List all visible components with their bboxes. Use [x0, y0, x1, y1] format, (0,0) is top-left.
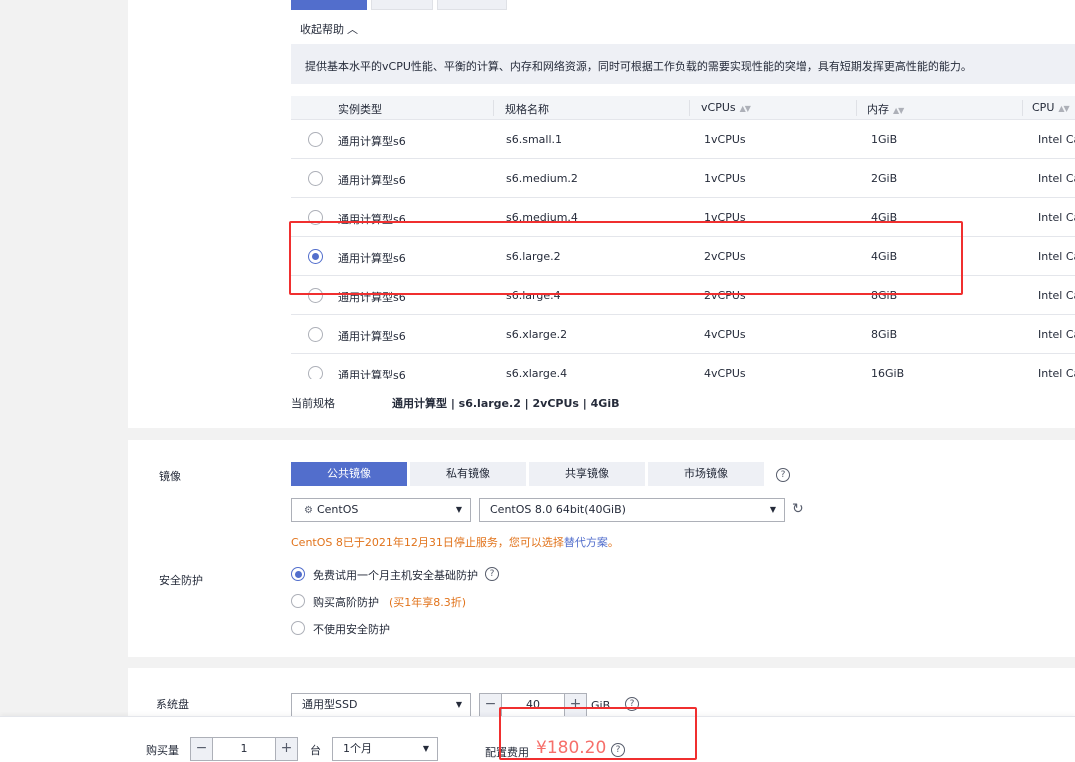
- column-divider: [1022, 100, 1023, 116]
- highlight-box-selected-row: [289, 221, 963, 295]
- gear-icon: ⚙: [304, 505, 313, 516]
- help-icon[interactable]: ?: [776, 468, 790, 482]
- option-label: 不使用安全防护: [313, 623, 390, 636]
- disk-type-select[interactable]: 通用型SSD ▼: [291, 693, 471, 717]
- discount-note: (买1年享8.3折): [389, 596, 467, 609]
- minus-button[interactable]: −: [191, 738, 213, 760]
- quantity-label: 购买量: [146, 744, 179, 757]
- column-divider: [493, 100, 494, 116]
- current-spec-label: 当前规格: [291, 397, 335, 410]
- image-label: 镜像: [159, 470, 181, 483]
- cell-cpu: Intel Ca: [1038, 250, 1075, 263]
- cell-type: 通用计算型s6: [338, 174, 406, 187]
- row-radio[interactable]: [308, 132, 323, 147]
- duration-select[interactable]: 1个月 ▼: [332, 737, 438, 761]
- sort-icon[interactable]: ▲▼: [893, 106, 904, 115]
- eol-warning-text: CentOS 8已于2021年12月31日停止服务，您可以选择: [291, 536, 564, 549]
- column-divider: [689, 100, 690, 116]
- disk-type-value: 通用型SSD: [302, 698, 358, 711]
- tab-shared-image[interactable]: 共享镜像: [529, 462, 645, 486]
- eol-warning: CentOS 8已于2021年12月31日停止服务，您可以选择替代方案。: [291, 534, 619, 550]
- radio[interactable]: [291, 621, 305, 635]
- security-option-advanced[interactable]: 购买高阶防护 (买1年享8.3折): [291, 594, 466, 610]
- help-box: 提供基本水平的vCPU性能、平衡的计算、内存和网络资源，同时可根据工作负载的需要…: [291, 44, 1075, 84]
- row-radio[interactable]: [308, 171, 323, 186]
- tab-market-image[interactable]: 市场镜像: [648, 462, 764, 486]
- os-select[interactable]: ⚙ CentOS ▼: [291, 498, 471, 522]
- quantity-stepper[interactable]: − 1 +: [190, 737, 298, 761]
- cell-type: 通用计算型s6: [338, 135, 406, 148]
- cell-cpu: Intel Ca: [1038, 133, 1075, 146]
- column-divider: [856, 100, 857, 116]
- cell-cpu: Intel Ca: [1038, 172, 1075, 185]
- highlight-box-fee: [499, 707, 697, 760]
- spec-tab[interactable]: [371, 0, 433, 10]
- cell-cpu: Intel Ca: [1038, 289, 1075, 302]
- col-header-memory[interactable]: 内存 ▲▼: [867, 101, 904, 117]
- radio[interactable]: [291, 594, 305, 608]
- tab-private-image[interactable]: 私有镜像: [410, 462, 526, 486]
- col-header-cpu[interactable]: CPU ▲▼: [1032, 101, 1070, 114]
- sort-icon[interactable]: ▲▼: [740, 104, 751, 113]
- cell-memory: 2GiB: [871, 172, 898, 185]
- system-disk-label: 系统盘: [156, 698, 189, 711]
- table-row[interactable]: 通用计算型s6 s6.xlarge.4 4vCPUs 16GiB Intel C…: [291, 354, 1075, 379]
- cell-cpu: Intel Ca: [1038, 211, 1075, 224]
- tab-public-image[interactable]: 公共镜像: [291, 462, 407, 486]
- security-label: 安全防护: [159, 574, 203, 587]
- cell-cpu: Intel Ca: [1038, 328, 1075, 341]
- chevron-up-icon: ︿: [347, 23, 358, 36]
- cell-type: 通用计算型s6: [338, 330, 406, 343]
- cell-type: 通用计算型s6: [338, 369, 406, 379]
- option-label: 购买高阶防护: [313, 596, 379, 609]
- current-spec-value: 通用计算型 | s6.large.2 | 2vCPUs | 4GiB: [392, 397, 620, 410]
- radio-selected[interactable]: [291, 567, 305, 581]
- os-select-value: CentOS: [316, 503, 359, 516]
- cell-name: s6.medium.2: [506, 172, 578, 185]
- cell-name: s6.xlarge.2: [506, 328, 568, 341]
- table-row[interactable]: 通用计算型s6 s6.medium.2 1vCPUs 2GiB Intel Ca: [291, 159, 1075, 198]
- cell-memory: 16GiB: [871, 367, 905, 379]
- help-text: 提供基本水平的vCPU性能、平衡的计算、内存和网络资源，同时可根据工作负载的需要…: [305, 60, 972, 73]
- eol-warning-end: 。: [607, 536, 619, 549]
- cell-memory: 1GiB: [871, 133, 898, 146]
- caret-down-icon: ▼: [769, 505, 776, 514]
- cell-name: s6.small.1: [506, 133, 563, 146]
- alternative-link[interactable]: 替代方案: [564, 536, 608, 549]
- cell-cpu: Intel Ca: [1038, 367, 1075, 379]
- caret-down-icon: ▼: [455, 505, 462, 514]
- cell-vcpus: 4vCPUs: [704, 367, 746, 379]
- spec-tab-active[interactable]: [291, 0, 367, 10]
- security-option-none[interactable]: 不使用安全防护: [291, 621, 390, 637]
- duration-value: 1个月: [343, 742, 372, 755]
- image-version-value: CentOS 8.0 64bit(40GiB): [490, 503, 626, 516]
- caret-down-icon: ▼: [455, 700, 462, 709]
- spec-tab[interactable]: [437, 0, 507, 10]
- col-header-type: 实例类型: [338, 103, 382, 116]
- plus-button[interactable]: +: [275, 738, 297, 760]
- table-row[interactable]: 通用计算型s6 s6.xlarge.2 4vCPUs 8GiB Intel Ca: [291, 315, 1075, 354]
- help-icon[interactable]: ?: [485, 567, 499, 581]
- cell-vcpus: 1vCPUs: [704, 172, 746, 185]
- collapse-help-toggle[interactable]: 收起帮助 ︿: [300, 21, 358, 37]
- refresh-icon[interactable]: ↻: [792, 501, 804, 517]
- security-option-free[interactable]: 免费试用一个月主机安全基础防护: [291, 567, 478, 583]
- col-header-name: 规格名称: [505, 103, 549, 116]
- cell-vcpus: 1vCPUs: [704, 133, 746, 146]
- quantity-value[interactable]: 1: [214, 738, 274, 760]
- option-label: 免费试用一个月主机安全基础防护: [313, 569, 478, 582]
- row-radio[interactable]: [308, 366, 323, 379]
- quantity-unit: 台: [310, 744, 321, 757]
- row-radio[interactable]: [308, 327, 323, 342]
- caret-down-icon: ▼: [422, 744, 429, 753]
- col-header-vcpus[interactable]: vCPUs ▲▼: [701, 101, 751, 114]
- cell-memory: 8GiB: [871, 328, 898, 341]
- table-row[interactable]: 通用计算型s6 s6.small.1 1vCPUs 1GiB Intel Ca: [291, 120, 1075, 159]
- image-version-select[interactable]: CentOS 8.0 64bit(40GiB) ▼: [479, 498, 785, 522]
- cell-name: s6.xlarge.4: [506, 367, 568, 379]
- table-header: 实例类型 规格名称 vCPUs ▲▼ 内存 ▲▼ CPU ▲▼: [291, 96, 1075, 120]
- sort-icon[interactable]: ▲▼: [1058, 104, 1069, 113]
- collapse-help-label: 收起帮助: [300, 23, 344, 36]
- cell-vcpus: 4vCPUs: [704, 328, 746, 341]
